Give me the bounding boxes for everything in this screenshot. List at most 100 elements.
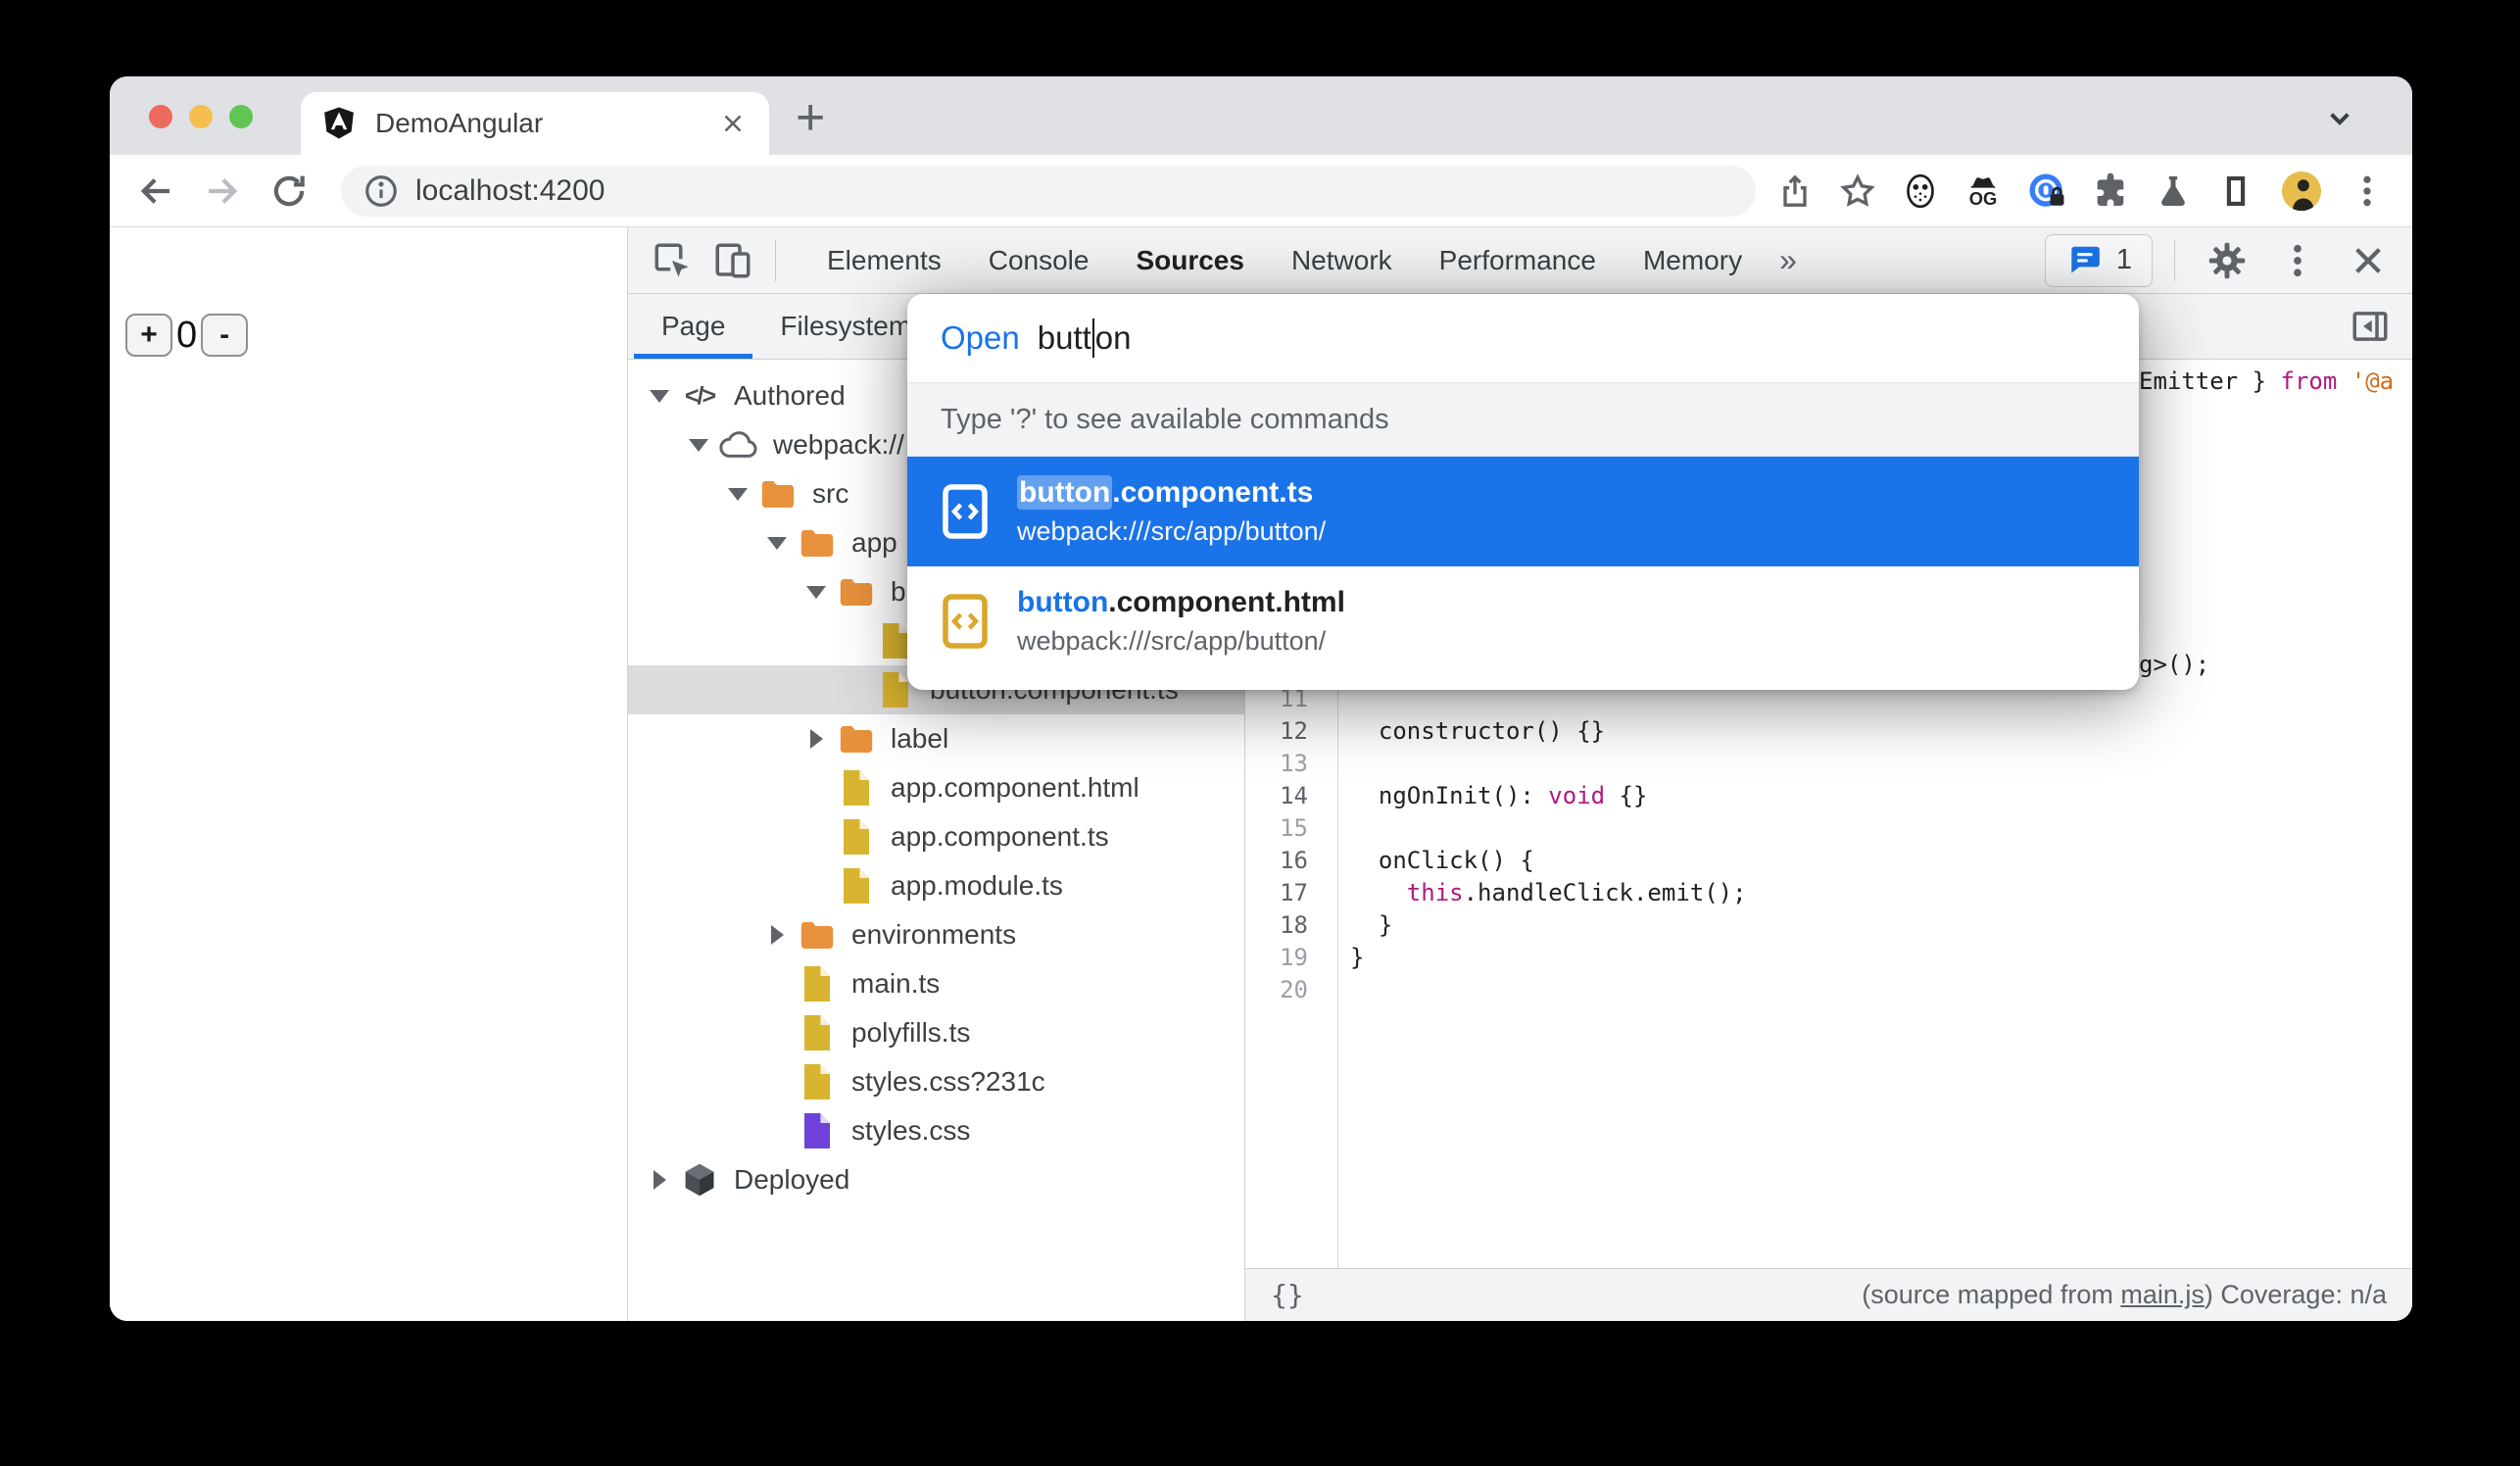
tree-item-label: app.module.ts [891,870,1063,901]
navigator-tab-page[interactable]: Page [634,294,753,359]
back-icon[interactable] [135,171,176,212]
line-number[interactable]: 12 [1245,717,1308,745]
line-number[interactable]: 14 [1245,782,1308,809]
devtools-tab-performance[interactable]: Performance [1416,227,1620,293]
devtools-tabs: Elements Console Sources Network Performance… [803,227,1766,293]
main-js-link[interactable]: main.js [2120,1280,2205,1309]
devtools-close-icon[interactable] [2338,240,2399,281]
forward-icon[interactable] [202,171,243,212]
line-number[interactable]: 15 [1245,814,1308,842]
devtools-tab-elements[interactable]: Elements [803,227,965,293]
tree-item-main-ts[interactable]: main.ts [628,959,1244,1008]
quick-open-prefix: Open [941,319,1020,356]
devtools-tab-memory[interactable]: Memory [1620,227,1766,293]
lab-flask-extension-icon[interactable] [2154,171,2193,211]
expander-open-icon[interactable] [720,487,755,501]
zoom-window-button[interactable] [229,105,253,128]
line-number[interactable]: 13 [1245,750,1308,777]
expander-closed-icon[interactable] [759,925,795,945]
issues-button[interactable]: 1 [2044,233,2153,287]
line-number[interactable]: 18 [1245,911,1308,939]
code-fragment-import: Emitter } from '@a [2139,367,2394,395]
tree-item-app-module-ts[interactable]: app.module.ts [628,861,1244,910]
browser-tab[interactable]: DemoAngular [301,92,769,155]
issues-chat-icon [2065,242,2103,279]
editor-status-bar: {} (source mapped from main.js) Coverage… [1245,1268,2412,1321]
settings-gear-icon[interactable] [2197,240,2257,281]
expander-open-icon[interactable] [799,585,834,599]
code-segment: void [1548,781,1606,809]
minimize-window-button[interactable] [189,105,213,128]
quick-open-results: button.component.ts webpack:///src/app/bu… [907,457,2139,690]
address-bar[interactable]: localhost:4200 [341,165,1756,217]
counter-value: 0 [176,314,198,356]
tree-item-label: styles.css [851,1115,971,1146]
toggle-navigator-icon[interactable] [2350,306,2391,347]
expander-open-icon[interactable] [681,438,716,452]
file-yellow-icon [834,866,879,905]
line-number[interactable]: 16 [1245,847,1308,874]
devtools-tab-network[interactable]: Network [1268,227,1416,293]
share-icon[interactable] [1775,171,1815,211]
extensions-puzzle-icon[interactable] [2091,171,2130,211]
quick-open-result-2[interactable]: button.component.html webpack:///src/app/… [907,566,2139,676]
decrement-button[interactable]: - [201,314,249,357]
query-after-caret: on [1094,319,1132,356]
line-number[interactable]: 19 [1245,944,1308,971]
profile-avatar[interactable] [2279,169,2324,214]
code-line-15: 15 [1245,811,2412,844]
inspect-element-icon[interactable] [642,240,703,281]
tab-search-chevron-icon[interactable] [2320,98,2359,142]
quick-open-input[interactable]: Open butt on [907,294,2139,382]
expander-closed-icon[interactable] [642,1170,677,1190]
devtools-tab-console[interactable]: Console [965,227,1113,293]
expander-open-icon[interactable] [759,536,795,550]
device-toolbar-icon[interactable] [703,240,763,281]
query-before-caret: butt [1037,319,1091,356]
bookmark-star-icon[interactable] [1838,171,1877,211]
pretty-print-icon[interactable]: {} [1271,1279,1304,1311]
mask-extension-icon[interactable] [1901,171,1940,211]
tree-item-polyfills-ts[interactable]: polyfills.ts [628,1008,1244,1057]
tree-item-environments[interactable]: environments [628,910,1244,959]
code-segment: .handleClick.emit(); [1463,878,1747,906]
result-texts: button.component.ts webpack:///src/app/bu… [1017,475,1326,547]
code-segment: } [1350,910,1393,939]
tree-item-label: styles.css?231c [851,1066,1045,1097]
frame-extension-icon[interactable] [2216,171,2255,211]
tree-item-label: app [851,527,897,558]
devtools-tab-sources[interactable]: Sources [1112,227,1268,293]
result-match-highlight: button [1017,475,1113,510]
expander-closed-icon[interactable] [799,729,834,749]
site-info-icon[interactable] [363,172,400,210]
expander-open-icon[interactable] [642,389,677,403]
new-tab-button[interactable]: + [796,86,825,149]
folder-icon [795,920,840,951]
devtools-menu-kebab-icon[interactable] [2267,240,2328,281]
file-yellow-icon [795,1062,840,1101]
reload-icon[interactable] [268,171,310,212]
line-text: } [1308,944,1364,971]
increment-button[interactable]: + [125,314,172,357]
og-extension-icon[interactable]: OG [1963,171,2003,211]
tree-item-app-component-ts[interactable]: app.component.ts [628,812,1244,861]
quick-open-result-1[interactable]: button.component.ts webpack:///src/app/bu… [907,457,2139,566]
line-number[interactable]: 20 [1245,976,1308,1003]
tree-item-styles-css[interactable]: styles.css [628,1106,1244,1155]
line-number[interactable]: 17 [1245,879,1308,906]
tab-close-icon[interactable] [718,109,748,138]
code-segment: {} [1605,781,1648,809]
tree-item-deployed[interactable]: Deployed [628,1155,1244,1204]
more-tabs-button[interactable]: » [1766,242,1811,278]
url-text: localhost:4200 [415,173,606,207]
tree-item-label: Authored [734,380,846,411]
status-text-suffix: ) Coverage: n/a [2204,1280,2387,1309]
tree-item-app-component-html[interactable]: app.component.html [628,763,1244,812]
close-window-button[interactable] [149,105,172,128]
password-manager-extension-icon[interactable] [2026,171,2067,212]
tree-item-styles-css-231c[interactable]: styles.css?231c [628,1057,1244,1106]
browser-menu-kebab-icon[interactable] [2348,171,2387,211]
tree-item-label[interactable]: label [628,714,1244,763]
browser-toolbar: localhost:4200 OG [110,155,2412,227]
